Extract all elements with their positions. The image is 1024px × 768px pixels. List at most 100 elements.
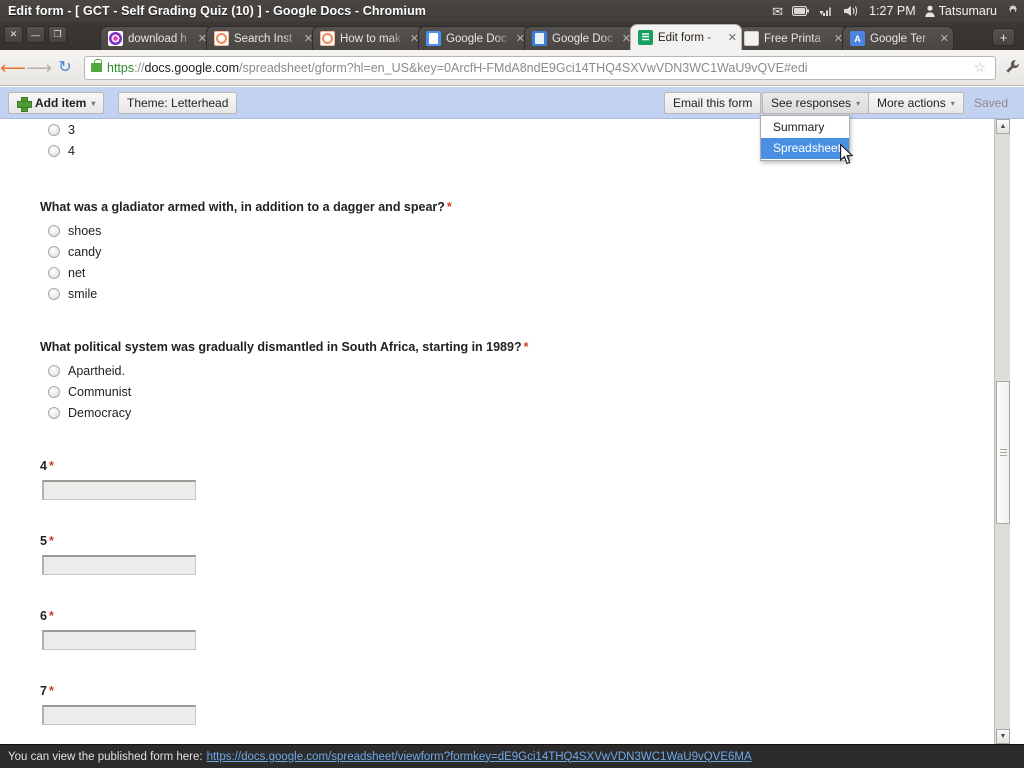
url-scheme-separator: :// bbox=[134, 60, 145, 75]
browser-tab[interactable]: Google Doc ✕ bbox=[418, 26, 530, 50]
mouse-cursor bbox=[840, 143, 854, 165]
radio-button-icon[interactable] bbox=[48, 364, 60, 377]
menu-item-spreadsheet[interactable]: Spreadsheet bbox=[761, 138, 849, 159]
window-minimize-button[interactable]: — bbox=[26, 26, 45, 43]
radio-option-label: Democracy bbox=[68, 405, 132, 420]
browser-tab[interactable]: How to mak ✕ bbox=[312, 26, 424, 50]
radio-option[interactable]: candy bbox=[40, 241, 101, 262]
tab-label: Google Ter bbox=[870, 32, 927, 45]
radio-button-icon[interactable] bbox=[48, 406, 60, 419]
radio-option[interactable]: 3 bbox=[40, 119, 75, 140]
required-marker: * bbox=[523, 340, 529, 354]
orange-circle-icon bbox=[320, 31, 335, 46]
short-answer-input[interactable] bbox=[42, 630, 196, 650]
envelope-icon[interactable]: ✉ bbox=[772, 5, 783, 18]
add-item-button[interactable]: Add item ▾ bbox=[8, 92, 105, 114]
network-signal-icon[interactable]: ▼ bbox=[818, 6, 834, 17]
radio-button-icon[interactable] bbox=[48, 144, 60, 157]
wrench-icon[interactable] bbox=[1000, 59, 1024, 77]
radio-option[interactable]: smile bbox=[40, 283, 97, 304]
radio-option[interactable]: net bbox=[40, 262, 85, 283]
menu-item-summary[interactable]: Summary bbox=[761, 117, 849, 138]
vertical-scrollbar[interactable]: ▲ ▼ bbox=[994, 119, 1010, 744]
browser-tab[interactable]: download h ✕ bbox=[100, 26, 212, 50]
window-title: Edit form - [ GCT - Self Grading Quiz (1… bbox=[8, 4, 427, 18]
url-text: https://docs.google.com/spreadsheet/gfor… bbox=[107, 61, 968, 75]
radio-option[interactable]: shoes bbox=[40, 220, 101, 241]
tab-label: Free Printa bbox=[764, 32, 821, 45]
star-icon[interactable]: ☆ bbox=[973, 59, 986, 76]
address-bar[interactable]: https://docs.google.com/spreadsheet/gfor… bbox=[84, 55, 996, 80]
scrollbar-thumb[interactable] bbox=[996, 381, 1010, 524]
browser-tab[interactable]: Search Inst ✕ bbox=[206, 26, 318, 50]
scroll-down-arrow-icon[interactable]: ▼ bbox=[996, 729, 1010, 744]
tab-list: download h ✕ Search Inst ✕ How to mak ✕ Google… bbox=[100, 22, 954, 50]
google-translate-icon: A bbox=[850, 31, 865, 46]
browser-tab[interactable]: Free Printa ✕ bbox=[736, 26, 848, 50]
short-answer-input[interactable] bbox=[42, 480, 196, 500]
question-title-text: What political system was gradually dism… bbox=[40, 340, 522, 354]
question-block: What was a gladiator armed with, in addi… bbox=[40, 200, 740, 304]
radio-option-label: candy bbox=[68, 244, 102, 259]
radio-button-icon[interactable] bbox=[48, 224, 60, 237]
tab-label: How to mak bbox=[340, 32, 401, 45]
user-menu[interactable]: Tatsumaru bbox=[925, 4, 997, 18]
volume-icon[interactable] bbox=[843, 5, 860, 17]
question-title: 7 * bbox=[40, 684, 340, 698]
gear-icon[interactable] bbox=[1006, 4, 1020, 18]
radio-option-label: smile bbox=[68, 286, 98, 301]
tab-close-icon[interactable]: ✕ bbox=[728, 31, 737, 44]
radio-button-icon[interactable] bbox=[48, 287, 60, 300]
browser-tab[interactable]: ☰ Edit form - ✕ bbox=[630, 24, 742, 50]
published-form-statusbar: You can view the published form here: ht… bbox=[0, 744, 1024, 768]
question-title: 6 * bbox=[40, 609, 340, 623]
radio-button-icon[interactable] bbox=[48, 123, 60, 136]
window-close-button[interactable]: ✕ bbox=[4, 26, 23, 43]
radio-option[interactable]: Democracy bbox=[40, 402, 131, 423]
save-status-label: Saved bbox=[974, 96, 1009, 110]
radio-option[interactable]: 4 bbox=[40, 140, 75, 161]
radio-option-label: shoes bbox=[68, 223, 102, 238]
short-answer-input[interactable] bbox=[42, 705, 196, 725]
battery-icon[interactable] bbox=[792, 6, 810, 16]
question-title: 4 * bbox=[40, 459, 340, 473]
question-title: What was a gladiator armed with, in addi… bbox=[40, 200, 740, 214]
browser-tab[interactable]: A Google Ter ✕ bbox=[842, 26, 954, 50]
plus-icon bbox=[17, 96, 32, 112]
google-forms-icon: ☰ bbox=[638, 30, 653, 45]
radio-option[interactable]: Apartheid. bbox=[40, 360, 125, 381]
window-maximize-button[interactable]: ❐ bbox=[48, 26, 67, 43]
required-marker: * bbox=[48, 684, 54, 698]
theme-button[interactable]: Theme: Letterhead bbox=[118, 92, 238, 114]
question-title-text: 7 bbox=[40, 684, 47, 698]
radio-option-label: Apartheid. bbox=[68, 363, 125, 378]
radio-option-label: net bbox=[68, 265, 86, 280]
chevron-down-icon: ▾ bbox=[950, 98, 955, 108]
radio-button-icon[interactable] bbox=[48, 385, 60, 398]
radio-button-icon[interactable] bbox=[48, 245, 60, 258]
published-form-link[interactable]: https://docs.google.com/spreadsheet/view… bbox=[207, 751, 752, 763]
forward-arrow-icon[interactable]: ⟶ bbox=[26, 59, 52, 77]
chevron-down-icon: ▾ bbox=[856, 98, 861, 108]
tab-close-icon[interactable]: ✕ bbox=[940, 32, 949, 45]
more-actions-button[interactable]: More actions ▾ bbox=[868, 92, 964, 114]
question-title-text: 4 bbox=[40, 459, 47, 473]
short-answer-input[interactable] bbox=[42, 555, 196, 575]
browser-tab[interactable]: Google Doc ✕ bbox=[524, 26, 636, 50]
email-this-form-button[interactable]: Email this form bbox=[664, 92, 762, 114]
form-editor-canvas: 3 4 What was a gladiator armed with, in ad… bbox=[0, 119, 994, 744]
reload-icon[interactable]: ↻ bbox=[52, 59, 78, 76]
back-arrow-icon[interactable]: ⟵ bbox=[0, 59, 26, 77]
see-responses-button[interactable]: See responses ▾ bbox=[762, 92, 870, 114]
window-controls: ✕ — ❐ bbox=[4, 26, 67, 43]
tab-label: Google Doc bbox=[552, 32, 613, 45]
question-title: What political system was gradually dism… bbox=[40, 340, 740, 354]
system-clock[interactable]: 1:27 PM bbox=[869, 4, 916, 18]
radio-option[interactable]: Communist bbox=[40, 381, 131, 402]
scroll-up-arrow-icon[interactable]: ▲ bbox=[996, 119, 1010, 134]
new-tab-button[interactable]: + bbox=[992, 28, 1015, 46]
radio-option-label: 4 bbox=[68, 143, 75, 158]
question-title-text: What was a gladiator armed with, in addi… bbox=[40, 200, 445, 214]
radio-button-icon[interactable] bbox=[48, 266, 60, 279]
browser-tabstrip: ✕ — ❐ download h ✕ Search Inst ✕ How to mak ✕… bbox=[0, 22, 1024, 50]
